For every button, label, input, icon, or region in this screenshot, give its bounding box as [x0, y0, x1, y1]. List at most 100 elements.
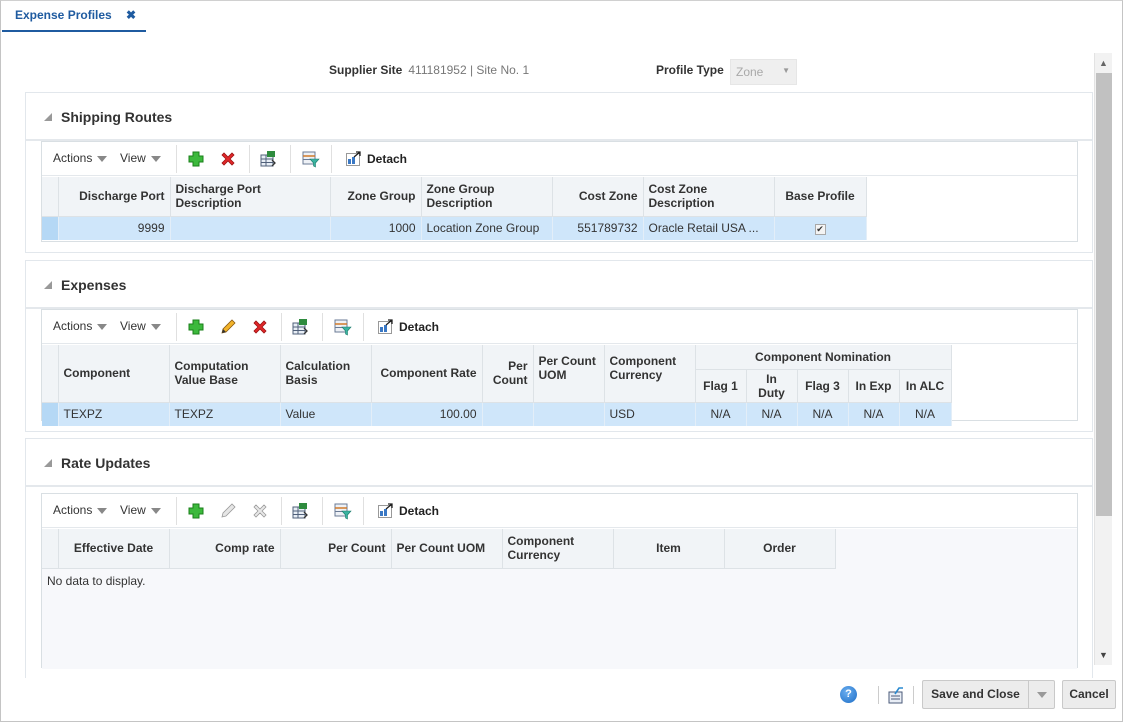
vertical-scrollbar[interactable]: ▲ ▼	[1094, 53, 1112, 665]
column-header[interactable]: Component Rate	[371, 345, 483, 403]
column-header[interactable]: Flag 3	[797, 369, 849, 403]
add-icon[interactable]	[186, 317, 206, 337]
column-header[interactable]: Component Currency	[604, 345, 696, 403]
column-header[interactable]: Discharge Port Description	[170, 177, 331, 217]
collapse-triangle-icon[interactable]	[44, 459, 52, 467]
toolbar-divider	[176, 313, 177, 341]
detach-button[interactable]: Detach	[378, 319, 439, 334]
toolbar-divider	[331, 145, 332, 173]
column-header[interactable]: Discharge Port	[58, 177, 171, 217]
table-toolbar: Actions View Detach	[42, 142, 1077, 176]
table-row[interactable]: 9999 1000 Location Zone Group 551789732 …	[42, 216, 867, 240]
scroll-up-arrow-icon[interactable]: ▲	[1095, 53, 1112, 71]
column-header[interactable]: Calculation Basis	[280, 345, 372, 403]
scroll-down-arrow-icon[interactable]: ▼	[1095, 647, 1112, 665]
column-header[interactable]: Computation Value Base	[169, 345, 281, 403]
view-label: View	[120, 319, 146, 333]
column-header[interactable]: Item	[613, 529, 725, 569]
column-header[interactable]: Cost Zone Description	[643, 177, 775, 217]
section-header: Rate Updates	[26, 439, 1092, 487]
save-and-close-button[interactable]: Save and Close	[922, 680, 1028, 709]
export-to-excel-icon[interactable]	[290, 317, 310, 337]
in-exp-cell: N/A	[848, 402, 900, 426]
scrollbar-thumb[interactable]	[1096, 73, 1112, 516]
dropdown-arrow-icon	[97, 507, 108, 514]
zone-group-cell: 1000	[330, 216, 422, 240]
actions-menu[interactable]: Actions	[53, 319, 108, 333]
delete-icon[interactable]	[250, 317, 270, 337]
query-by-example-icon[interactable]	[300, 149, 320, 169]
per-count-uom-cell	[533, 402, 605, 426]
column-header[interactable]: In ALC	[899, 369, 952, 403]
section-title: Shipping Routes	[61, 109, 173, 125]
footer-divider	[913, 686, 914, 704]
column-header[interactable]: In Exp	[848, 369, 900, 403]
add-icon[interactable]	[186, 501, 206, 521]
cost-zone-cell: 551789732	[552, 216, 644, 240]
delete-icon[interactable]	[218, 149, 238, 169]
expenses-table: Component Computation Value Base Calcula…	[42, 345, 952, 426]
group-header-component-nomination: Component Nomination	[695, 345, 952, 370]
column-header[interactable]: Per Count	[482, 345, 534, 403]
column-header[interactable]: Effective Date	[58, 529, 170, 569]
actions-menu[interactable]: Actions	[53, 503, 108, 517]
attachments-icon[interactable]	[887, 686, 905, 704]
save-options-dropdown[interactable]	[1028, 680, 1055, 709]
edit-icon[interactable]	[218, 317, 238, 337]
collapse-triangle-icon[interactable]	[44, 281, 52, 289]
actions-label: Actions	[53, 151, 93, 165]
collapse-triangle-icon[interactable]	[44, 113, 52, 121]
per-count-cell	[482, 402, 534, 426]
help-icon[interactable]: ?	[840, 686, 857, 703]
flag3-cell: N/A	[797, 402, 849, 426]
detach-icon	[346, 151, 362, 166]
edit-icon-disabled	[218, 501, 238, 521]
toolbar-divider	[290, 145, 291, 173]
shipping-routes-table: Discharge Port Discharge Port Descriptio…	[42, 177, 867, 240]
rate-updates-table: Effective Date Comp rate Per Count Per C…	[42, 529, 836, 569]
column-header[interactable]: Flag 1	[695, 369, 747, 403]
column-header[interactable]: Component	[58, 345, 170, 403]
export-to-excel-icon[interactable]	[290, 501, 310, 521]
profile-type-label-wrap: Profile Type	[656, 63, 724, 83]
column-header[interactable]: Zone Group	[330, 177, 422, 217]
query-by-example-icon[interactable]	[332, 501, 352, 521]
view-menu[interactable]: View	[120, 503, 161, 517]
table-row[interactable]: TEXPZ TEXPZ Value 100.00 USD N/A N/A N/A…	[42, 402, 952, 426]
row-selector[interactable]	[42, 402, 59, 426]
column-header[interactable]: Comp rate	[169, 529, 281, 569]
column-header[interactable]: Per Count	[280, 529, 392, 569]
column-header[interactable]: Zone Group Description	[421, 177, 553, 217]
column-header[interactable]: Cost Zone	[552, 177, 644, 217]
delete-icon-disabled	[250, 501, 270, 521]
column-header[interactable]: Order	[724, 529, 836, 569]
view-menu[interactable]: View	[120, 151, 161, 165]
section-header: Shipping Routes	[26, 93, 1092, 141]
detach-button[interactable]: Detach	[346, 151, 407, 166]
shipping-routes-table-panel: Actions View Detach Discharge Port Disch…	[41, 141, 1078, 242]
export-to-excel-icon[interactable]	[258, 149, 278, 169]
tab-label: Expense Profiles	[15, 8, 112, 22]
row-selector[interactable]	[42, 216, 59, 240]
column-header[interactable]: Base Profile	[774, 177, 867, 217]
column-header[interactable]: Per Count UOM	[391, 529, 503, 569]
base-profile-checkbox[interactable]: ✔	[814, 224, 826, 236]
close-tab-icon[interactable]: ✖	[126, 8, 136, 22]
query-by-example-icon[interactable]	[332, 317, 352, 337]
column-header[interactable]: Component Currency	[502, 529, 614, 569]
computation-value-base-cell: TEXPZ	[169, 402, 281, 426]
actions-menu[interactable]: Actions	[53, 151, 108, 165]
column-header[interactable]: In Duty	[746, 369, 798, 403]
section-header: Expenses	[26, 261, 1092, 309]
toolbar-divider	[363, 497, 364, 525]
add-icon[interactable]	[186, 149, 206, 169]
view-menu[interactable]: View	[120, 319, 161, 333]
tab-expense-profiles[interactable]: Expense Profiles	[2, 0, 146, 33]
toolbar-divider	[281, 497, 282, 525]
cancel-button[interactable]: Cancel	[1062, 680, 1116, 709]
chevron-down-icon: ▼	[782, 66, 790, 75]
calculation-basis-cell: Value	[280, 402, 372, 426]
column-header[interactable]: Per Count UOM	[533, 345, 605, 403]
detach-button[interactable]: Detach	[378, 503, 439, 518]
profile-type-select[interactable]: Zone ▼	[730, 59, 797, 85]
